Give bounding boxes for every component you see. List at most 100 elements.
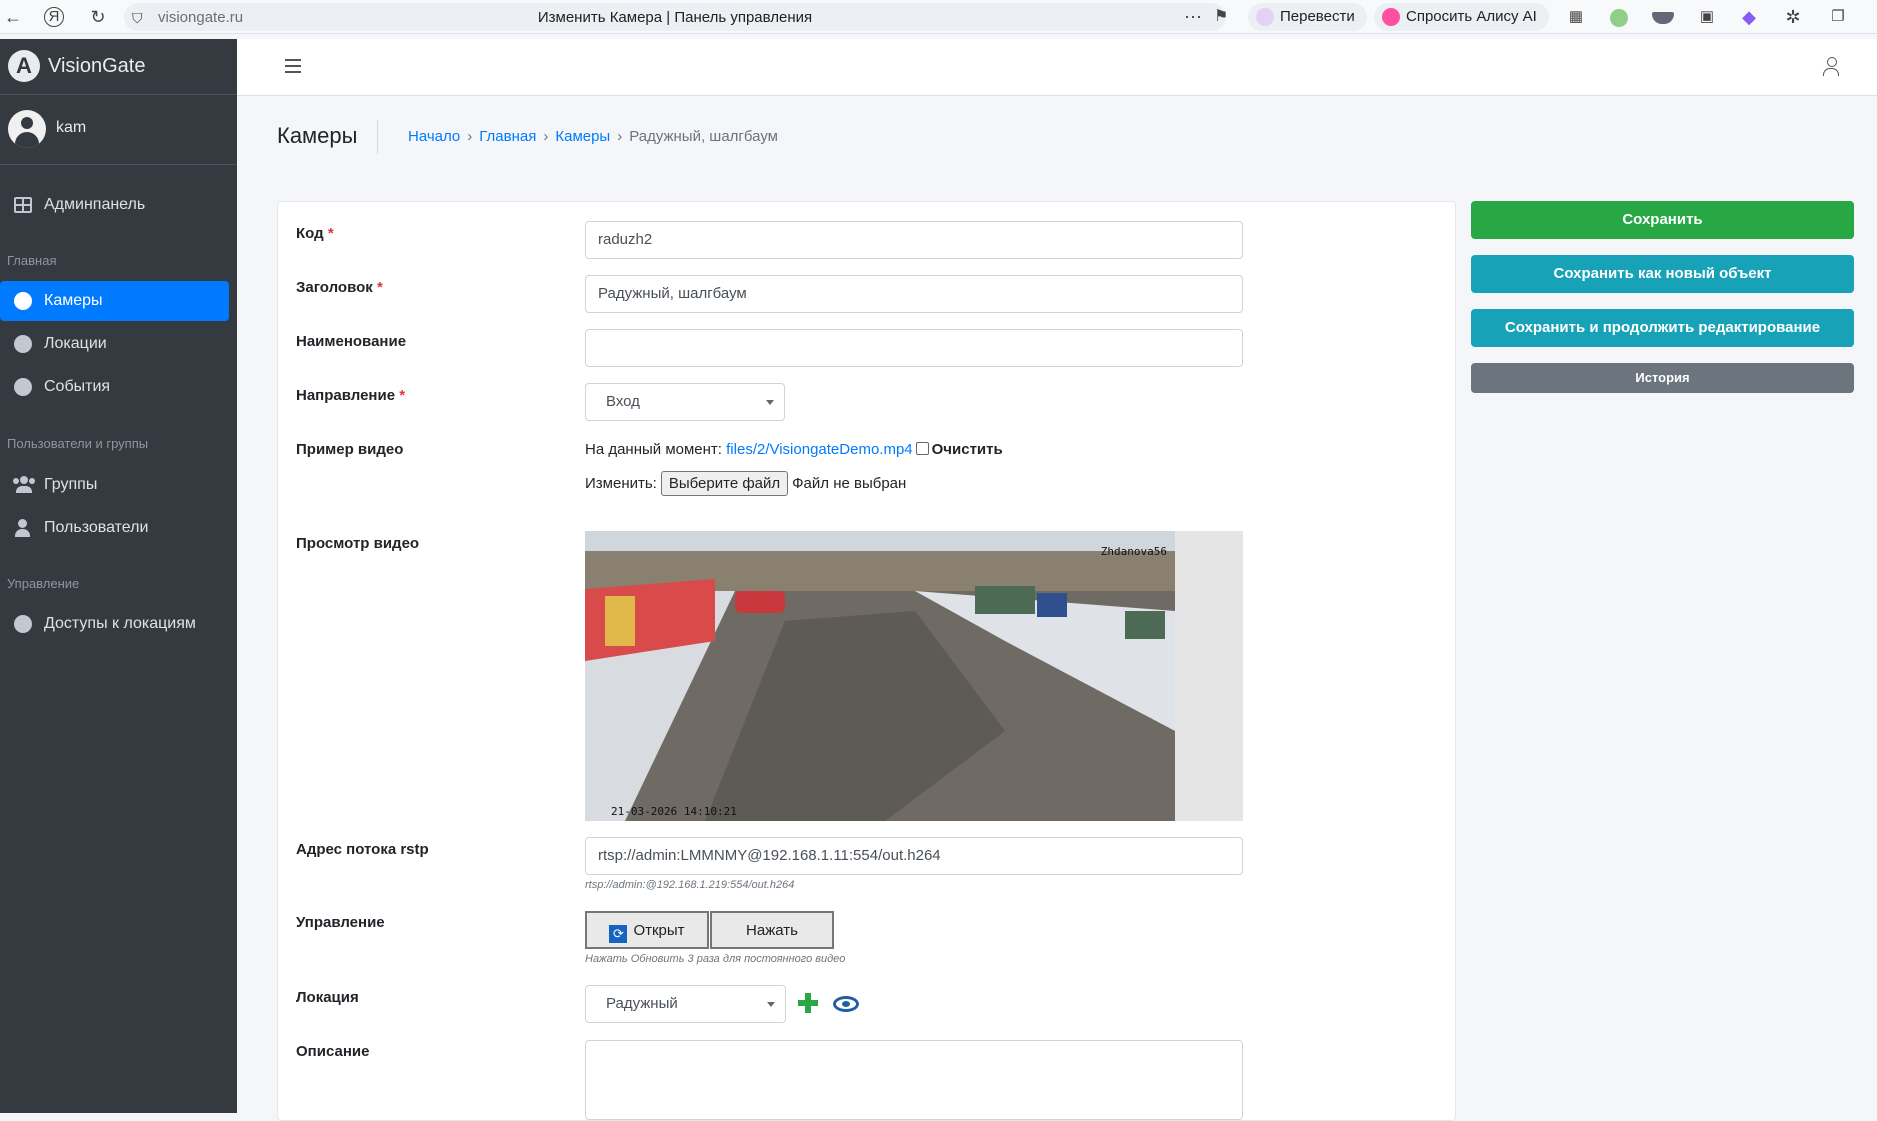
- sidebar-item-cameras[interactable]: Камеры: [0, 281, 229, 321]
- control-label: Управление: [296, 914, 385, 931]
- translate-icon: [1256, 8, 1274, 26]
- camera-time-overlay: 21-03-2026 14:10:21: [611, 805, 737, 818]
- change-video: Изменить: Выберите файл Файл не выбран: [585, 471, 906, 496]
- camera-frame: Zhdanova56 21-03-2026 14:10:21: [585, 531, 1175, 821]
- save-button[interactable]: Сохранить: [1471, 201, 1854, 239]
- sidebar-item-label: Локации: [44, 335, 107, 352]
- open-button-label: Открыт: [633, 922, 685, 939]
- sidebar-item-label: Камеры: [44, 292, 103, 309]
- circle-icon: [14, 378, 32, 396]
- reload-icon[interactable]: ↻: [88, 6, 108, 28]
- view-location-icon[interactable]: [833, 996, 859, 1012]
- sidebar-item-label: События: [44, 378, 111, 395]
- current-file-link[interactable]: files/2/VisiongateDemo.mp4: [726, 441, 913, 458]
- sidebar-item-admin[interactable]: Админпанель: [0, 185, 229, 225]
- sidebar: A VisionGate kam Админпанель Главная Кам…: [0, 39, 237, 1113]
- code-label: Код *: [296, 225, 334, 242]
- menu-toggle-icon[interactable]: [285, 59, 301, 73]
- circle-icon: [14, 292, 32, 310]
- sidebar-item-location-access[interactable]: Доступы к локациям: [0, 604, 229, 644]
- save-continue-button[interactable]: Сохранить и продолжить редактирование: [1471, 309, 1854, 347]
- no-file-text: Файл не выбран: [792, 475, 907, 492]
- user-menu-icon[interactable]: [1823, 57, 1839, 77]
- alice-button[interactable]: Спросить Алису AI: [1374, 3, 1549, 31]
- back-icon[interactable]: ←: [4, 6, 22, 28]
- translate-label: Перевести: [1280, 8, 1355, 25]
- location-select[interactable]: Радужный: [585, 985, 786, 1023]
- circle-icon: [14, 335, 32, 353]
- title-divider: [377, 120, 378, 154]
- extension-green-icon[interactable]: [1610, 9, 1628, 27]
- yandex-icon[interactable]: Я: [44, 7, 64, 27]
- tab-title: Изменить Камера | Панель управления: [537, 9, 813, 26]
- users-icon: [13, 476, 35, 494]
- extension-purple-icon[interactable]: ◆: [1740, 6, 1758, 28]
- clear-checkbox[interactable]: [915, 442, 929, 455]
- extension-window-icon[interactable]: ▣: [1697, 6, 1717, 28]
- username: kam: [56, 119, 87, 136]
- camera-scene: [585, 531, 1175, 821]
- direction-label: Направление *: [296, 387, 406, 404]
- sidebar-item-label: Группы: [44, 476, 98, 493]
- more-icon[interactable]: ⋯: [1184, 6, 1202, 28]
- sidebar-item-label: Доступы к локациям: [44, 615, 196, 632]
- breadcrumb-separator: ›: [543, 128, 549, 145]
- bookmark-icon[interactable]: ⚑: [1214, 6, 1228, 28]
- brand-name: VisionGate: [48, 55, 146, 77]
- brand-link[interactable]: A VisionGate: [0, 39, 237, 95]
- translate-button[interactable]: Перевести: [1248, 3, 1367, 31]
- name-field[interactable]: [585, 329, 1243, 367]
- breadcrumb-separator: ›: [467, 128, 473, 145]
- alice-icon: [1382, 8, 1400, 26]
- browser-toolbar: ← Я ↻ ⛉ visiongate.ru Изменить Камера | …: [0, 0, 1877, 34]
- required-mark: *: [399, 387, 406, 404]
- video-label: Пример видео: [296, 441, 404, 458]
- address-bar[interactable]: ⛉ visiongate.ru Изменить Камера | Панель…: [124, 3, 1228, 31]
- sidebar-item-label: Пользователи: [44, 519, 149, 536]
- qr-icon[interactable]: ▦: [1566, 6, 1586, 28]
- dashboard-icon: [14, 197, 32, 213]
- user-panel[interactable]: kam: [0, 95, 237, 165]
- open-button[interactable]: ⟳ Открыт: [585, 911, 709, 949]
- user-icon: [14, 519, 32, 537]
- alice-label: Спросить Алису AI: [1406, 8, 1537, 25]
- video-preview[interactable]: Zhdanova56 21-03-2026 14:10:21: [585, 531, 1243, 821]
- direction-select[interactable]: Вход: [585, 383, 785, 421]
- breadcrumb-home[interactable]: Начало: [408, 128, 460, 145]
- history-button[interactable]: История: [1471, 363, 1854, 393]
- description-field[interactable]: [585, 1040, 1243, 1120]
- code-field[interactable]: raduzh2: [585, 221, 1243, 259]
- sidebar-item-label: Админпанель: [44, 196, 146, 213]
- sidebar-item-users[interactable]: Пользователи: [0, 508, 229, 548]
- sidebar-item-locations[interactable]: Локации: [0, 324, 229, 364]
- title-label: Заголовок *: [296, 279, 383, 296]
- section-users-heading: Пользователи и группы: [7, 436, 149, 451]
- breadcrumb-main[interactable]: Главная: [479, 128, 536, 145]
- avatar: [8, 110, 46, 148]
- collections-icon[interactable]: ❐: [1828, 6, 1848, 28]
- save-as-new-button[interactable]: Сохранить как новый объект: [1471, 255, 1854, 293]
- choose-file-button[interactable]: Выберите файл: [660, 471, 789, 496]
- extension-gray-icon[interactable]: [1652, 12, 1674, 24]
- extensions-puzzle-icon[interactable]: ✲: [1783, 6, 1803, 28]
- current-prefix: На данный момент:: [585, 441, 722, 458]
- location-label: Локация: [296, 989, 359, 1006]
- required-mark: *: [376, 279, 383, 296]
- brand-logo-icon: A: [8, 50, 40, 82]
- press-button[interactable]: Нажать: [710, 911, 834, 949]
- sidebar-item-events[interactable]: События: [0, 367, 229, 407]
- breadcrumb: Начало › Главная › Камеры › Радужный, шалгбаум: [408, 128, 778, 145]
- sidebar-item-groups[interactable]: Группы: [0, 465, 229, 505]
- control-help: Нажать Обновить 3 раза для постоянного в…: [585, 953, 846, 965]
- rtsp-help: rtsp://admin:@192.168.1.219:554/out.h264: [585, 879, 795, 891]
- camera-name-overlay: Zhdanova56: [1100, 545, 1167, 558]
- change-prefix: Изменить:: [585, 475, 657, 492]
- breadcrumb-cameras[interactable]: Камеры: [555, 128, 610, 145]
- required-mark: *: [327, 225, 334, 242]
- refresh-icon: ⟳: [609, 925, 628, 943]
- title-field[interactable]: Радужный, шалгбаум: [585, 275, 1243, 313]
- rtsp-label: Адрес потока rstp: [296, 841, 429, 858]
- rtsp-field[interactable]: rtsp://admin:LMMNMY@192.168.1.11:554/out…: [585, 837, 1243, 875]
- preview-label: Просмотр видео: [296, 535, 420, 552]
- add-location-icon[interactable]: [798, 993, 818, 1013]
